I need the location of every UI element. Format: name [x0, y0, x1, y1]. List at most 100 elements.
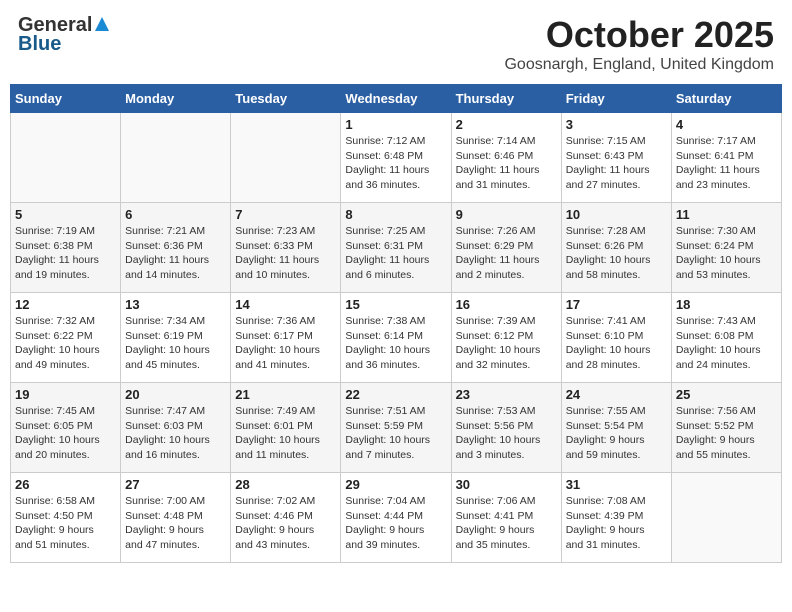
day-number: 31 [566, 477, 667, 492]
calendar-cell: 3 Sunrise: 7:15 AM Sunset: 6:43 PM Daylig… [561, 113, 671, 203]
week-row-5: 26 Sunrise: 6:58 AM Sunset: 4:50 PM Dayli… [11, 473, 782, 563]
calendar-cell: 29Sunrise: 7:04 AM Sunset: 4:44 PM Dayli… [341, 473, 451, 563]
day-info: Sunrise: 7:12 AM Sunset: 6:48 PM Dayligh… [345, 134, 446, 193]
calendar-cell: 13 Sunrise: 7:34 AM Sunset: 6:19 PM Dayli… [121, 293, 231, 383]
day-number: 7 [235, 207, 336, 222]
month-title: October 2025 [504, 14, 774, 56]
week-row-1: 1 Sunrise: 7:12 AM Sunset: 6:48 PM Daylig… [11, 113, 782, 203]
day-number: 30 [456, 477, 557, 492]
calendar-cell: 19 Sunrise: 7:45 AM Sunset: 6:05 PM Dayli… [11, 383, 121, 473]
calendar-table: SundayMondayTuesdayWednesdayThursdayFrid… [10, 84, 782, 563]
location-subtitle: Goosnargh, England, United Kingdom [504, 56, 774, 74]
calendar-cell: 2Sunrise: 7:14 AM Sunset: 6:46 PM Daylig… [451, 113, 561, 203]
calendar-cell: 16 Sunrise: 7:39 AM Sunset: 6:12 PM Dayli… [451, 293, 561, 383]
days-header-row: SundayMondayTuesdayWednesdayThursdayFrid… [11, 85, 782, 113]
calendar-cell: 17 Sunrise: 7:41 AM Sunset: 6:10 PM Dayli… [561, 293, 671, 383]
calendar-cell: 8Sunrise: 7:25 AM Sunset: 6:31 PM Daylig… [341, 203, 451, 293]
day-number: 17 [566, 297, 667, 312]
day-info: Sunrise: 7:39 AM Sunset: 6:12 PM Dayligh… [456, 314, 557, 373]
day-info: Sunrise: 7:32 AM Sunset: 6:22 PM Dayligh… [15, 314, 116, 373]
calendar-cell [671, 473, 781, 563]
day-number: 12 [15, 297, 116, 312]
day-number: 1 [345, 117, 446, 132]
day-info: Sunrise: 7:00 AM Sunset: 4:48 PM Dayligh… [125, 494, 226, 553]
day-info: Sunrise: 7:02 AM Sunset: 4:46 PM Dayligh… [235, 494, 336, 553]
logo-icon [93, 15, 111, 33]
day-header-saturday: Saturday [671, 85, 781, 113]
day-number: 11 [676, 207, 777, 222]
day-info: Sunrise: 7:49 AM Sunset: 6:01 PM Dayligh… [235, 404, 336, 463]
day-info: Sunrise: 7:34 AM Sunset: 6:19 PM Dayligh… [125, 314, 226, 373]
calendar-cell: 14 Sunrise: 7:36 AM Sunset: 6:17 PM Dayli… [231, 293, 341, 383]
calendar-cell: 20Sunrise: 7:47 AM Sunset: 6:03 PM Dayli… [121, 383, 231, 473]
calendar-cell: 21Sunrise: 7:49 AM Sunset: 6:01 PM Dayli… [231, 383, 341, 473]
week-row-3: 12 Sunrise: 7:32 AM Sunset: 6:22 PM Dayli… [11, 293, 782, 383]
calendar-cell [231, 113, 341, 203]
day-number: 16 [456, 297, 557, 312]
calendar-cell: 26 Sunrise: 6:58 AM Sunset: 4:50 PM Dayli… [11, 473, 121, 563]
calendar-cell: 7 Sunrise: 7:23 AM Sunset: 6:33 PM Daylig… [231, 203, 341, 293]
calendar-cell: 27 Sunrise: 7:00 AM Sunset: 4:48 PM Dayli… [121, 473, 231, 563]
day-header-monday: Monday [121, 85, 231, 113]
day-number: 15 [345, 297, 446, 312]
calendar-cell: 30 Sunrise: 7:06 AM Sunset: 4:41 PM Dayli… [451, 473, 561, 563]
calendar-cell: 25 Sunrise: 7:56 AM Sunset: 5:52 PM Dayli… [671, 383, 781, 473]
day-number: 25 [676, 387, 777, 402]
calendar-cell: 22Sunrise: 7:51 AM Sunset: 5:59 PM Dayli… [341, 383, 451, 473]
calendar-cell: 6 Sunrise: 7:21 AM Sunset: 6:36 PM Daylig… [121, 203, 231, 293]
day-number: 22 [345, 387, 446, 402]
calendar-cell: 31 Sunrise: 7:08 AM Sunset: 4:39 PM Dayli… [561, 473, 671, 563]
day-number: 8 [345, 207, 446, 222]
day-number: 9 [456, 207, 557, 222]
day-number: 27 [125, 477, 226, 492]
day-header-tuesday: Tuesday [231, 85, 341, 113]
day-header-sunday: Sunday [11, 85, 121, 113]
day-number: 13 [125, 297, 226, 312]
day-number: 24 [566, 387, 667, 402]
calendar-cell: 24 Sunrise: 7:55 AM Sunset: 5:54 PM Dayli… [561, 383, 671, 473]
day-info: Sunrise: 7:45 AM Sunset: 6:05 PM Dayligh… [15, 404, 116, 463]
day-header-thursday: Thursday [451, 85, 561, 113]
day-header-wednesday: Wednesday [341, 85, 451, 113]
day-info: Sunrise: 7:41 AM Sunset: 6:10 PM Dayligh… [566, 314, 667, 373]
calendar-cell: 28Sunrise: 7:02 AM Sunset: 4:46 PM Dayli… [231, 473, 341, 563]
day-number: 19 [15, 387, 116, 402]
day-info: Sunrise: 7:21 AM Sunset: 6:36 PM Dayligh… [125, 224, 226, 283]
calendar-cell: 9Sunrise: 7:26 AM Sunset: 6:29 PM Daylig… [451, 203, 561, 293]
day-number: 4 [676, 117, 777, 132]
title-section: October 2025 Goosnargh, England, United … [504, 14, 774, 74]
calendar-cell: 23Sunrise: 7:53 AM Sunset: 5:56 PM Dayli… [451, 383, 561, 473]
day-number: 18 [676, 297, 777, 312]
calendar-cell: 11 Sunrise: 7:30 AM Sunset: 6:24 PM Dayli… [671, 203, 781, 293]
calendar-cell: 18 Sunrise: 7:43 AM Sunset: 6:08 PM Dayli… [671, 293, 781, 383]
day-info: Sunrise: 7:36 AM Sunset: 6:17 PM Dayligh… [235, 314, 336, 373]
day-number: 29 [345, 477, 446, 492]
day-number: 10 [566, 207, 667, 222]
day-info: Sunrise: 7:30 AM Sunset: 6:24 PM Dayligh… [676, 224, 777, 283]
calendar-cell: 5Sunrise: 7:19 AM Sunset: 6:38 PM Daylig… [11, 203, 121, 293]
day-info: Sunrise: 7:55 AM Sunset: 5:54 PM Dayligh… [566, 404, 667, 463]
day-info: Sunrise: 7:38 AM Sunset: 6:14 PM Dayligh… [345, 314, 446, 373]
day-info: Sunrise: 7:15 AM Sunset: 6:43 PM Dayligh… [566, 134, 667, 193]
calendar-cell [121, 113, 231, 203]
day-number: 23 [456, 387, 557, 402]
day-info: Sunrise: 7:19 AM Sunset: 6:38 PM Dayligh… [15, 224, 116, 283]
day-info: Sunrise: 7:23 AM Sunset: 6:33 PM Dayligh… [235, 224, 336, 283]
day-number: 14 [235, 297, 336, 312]
day-number: 6 [125, 207, 226, 222]
day-info: Sunrise: 7:47 AM Sunset: 6:03 PM Dayligh… [125, 404, 226, 463]
day-info: Sunrise: 7:08 AM Sunset: 4:39 PM Dayligh… [566, 494, 667, 553]
calendar-cell: 15 Sunrise: 7:38 AM Sunset: 6:14 PM Dayli… [341, 293, 451, 383]
day-info: Sunrise: 6:58 AM Sunset: 4:50 PM Dayligh… [15, 494, 116, 553]
day-info: Sunrise: 7:56 AM Sunset: 5:52 PM Dayligh… [676, 404, 777, 463]
day-info: Sunrise: 7:14 AM Sunset: 6:46 PM Dayligh… [456, 134, 557, 193]
calendar-cell: 12 Sunrise: 7:32 AM Sunset: 6:22 PM Dayli… [11, 293, 121, 383]
week-row-2: 5Sunrise: 7:19 AM Sunset: 6:38 PM Daylig… [11, 203, 782, 293]
day-info: Sunrise: 7:06 AM Sunset: 4:41 PM Dayligh… [456, 494, 557, 553]
page-header: General Blue October 2025 Goosnargh, Eng… [10, 10, 782, 78]
day-info: Sunrise: 7:43 AM Sunset: 6:08 PM Dayligh… [676, 314, 777, 373]
day-number: 3 [566, 117, 667, 132]
day-header-friday: Friday [561, 85, 671, 113]
day-info: Sunrise: 7:17 AM Sunset: 6:41 PM Dayligh… [676, 134, 777, 193]
day-number: 26 [15, 477, 116, 492]
